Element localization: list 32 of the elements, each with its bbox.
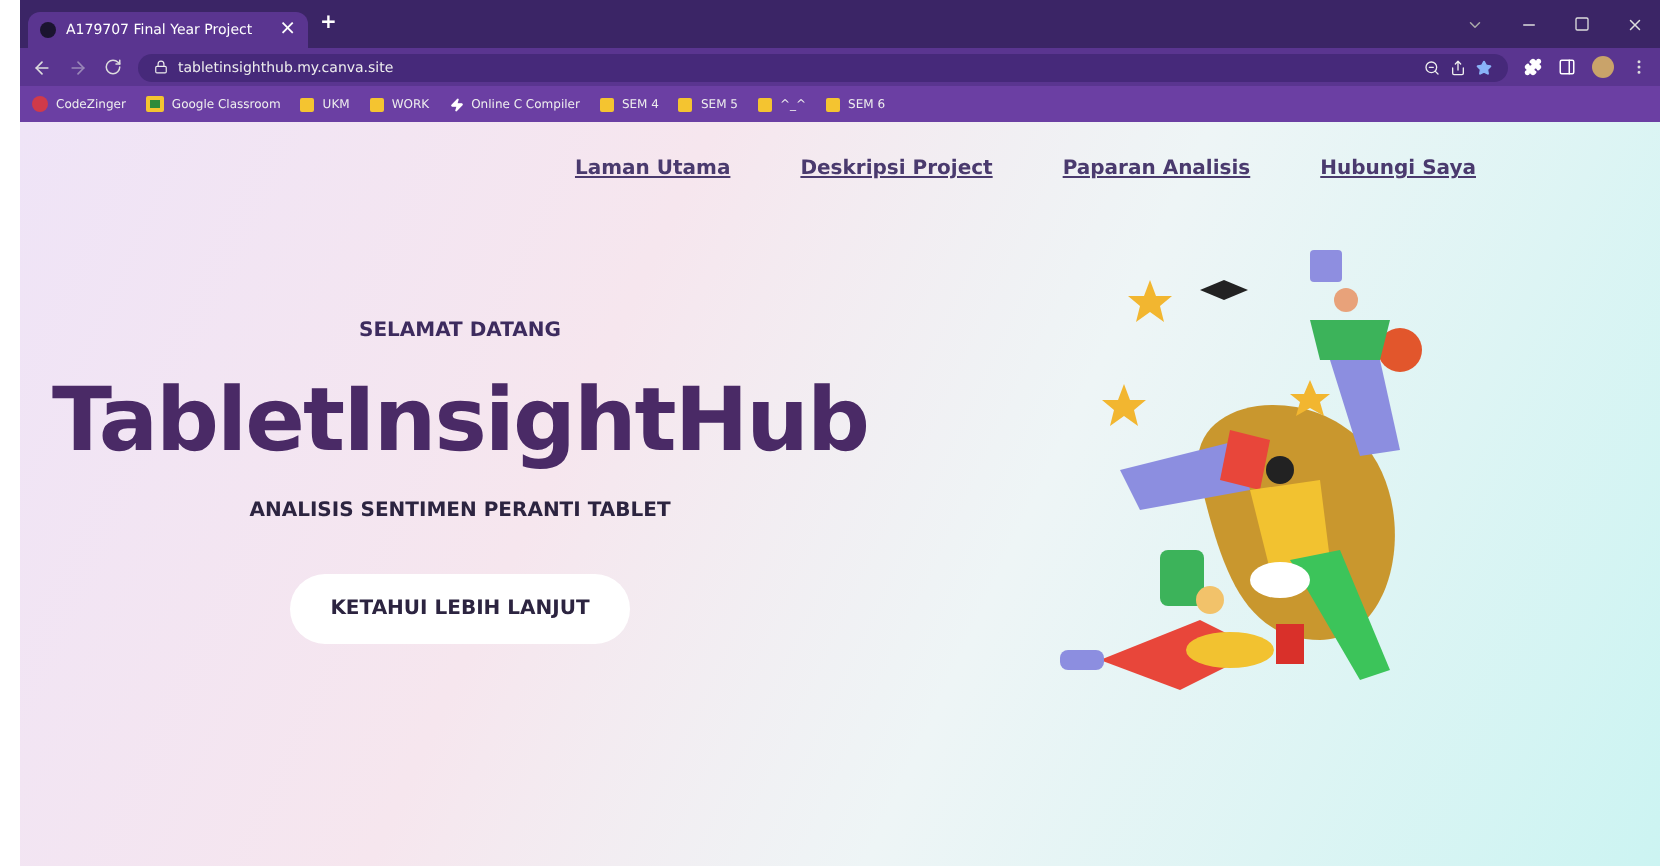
star-icon[interactable]: [1476, 59, 1492, 75]
folder-icon: [369, 97, 384, 111]
nav-link[interactable]: Hubungi Saya: [1320, 158, 1476, 180]
share-icon[interactable]: [1450, 59, 1466, 75]
folder-icon: [599, 97, 614, 111]
avatar-icon[interactable]: [1592, 56, 1614, 78]
bolt-icon: [449, 97, 464, 111]
restore-icon[interactable]: [1574, 15, 1590, 31]
zoom-icon[interactable]: [1424, 59, 1440, 75]
favicon-icon: [40, 22, 56, 38]
close-window-icon[interactable]: [1626, 15, 1644, 33]
site-title: TabletInsightHub: [52, 370, 868, 472]
learn-more-button[interactable]: KETAHUI LEBIH LANJUT: [290, 574, 630, 644]
side-panel-icon[interactable]: [1558, 58, 1576, 76]
extensions-icon[interactable]: [1524, 58, 1542, 76]
forward-icon[interactable]: [68, 57, 88, 77]
reload-icon[interactable]: [104, 58, 122, 76]
back-icon[interactable]: [32, 57, 52, 77]
new-tab-button[interactable]: +: [320, 14, 337, 34]
site-icon: [32, 96, 48, 112]
greeting-text: SELAMAT DATANG: [359, 320, 561, 342]
nav-link[interactable]: Laman Utama: [574, 158, 731, 180]
folder-icon: [678, 97, 693, 111]
lock-icon: [154, 60, 168, 74]
nav-link[interactable]: Deskripsi Project: [800, 158, 993, 180]
folder-icon: [757, 97, 772, 111]
nav-link[interactable]: Paparan Analisis: [1062, 158, 1251, 180]
classroom-icon: [145, 96, 164, 112]
folder-icon: [826, 97, 841, 111]
close-icon[interactable]: ×: [279, 20, 296, 40]
folder-icon: [300, 97, 315, 111]
subtitle-text: ANALISIS SENTIMEN PERANTI TABLET: [249, 500, 671, 522]
